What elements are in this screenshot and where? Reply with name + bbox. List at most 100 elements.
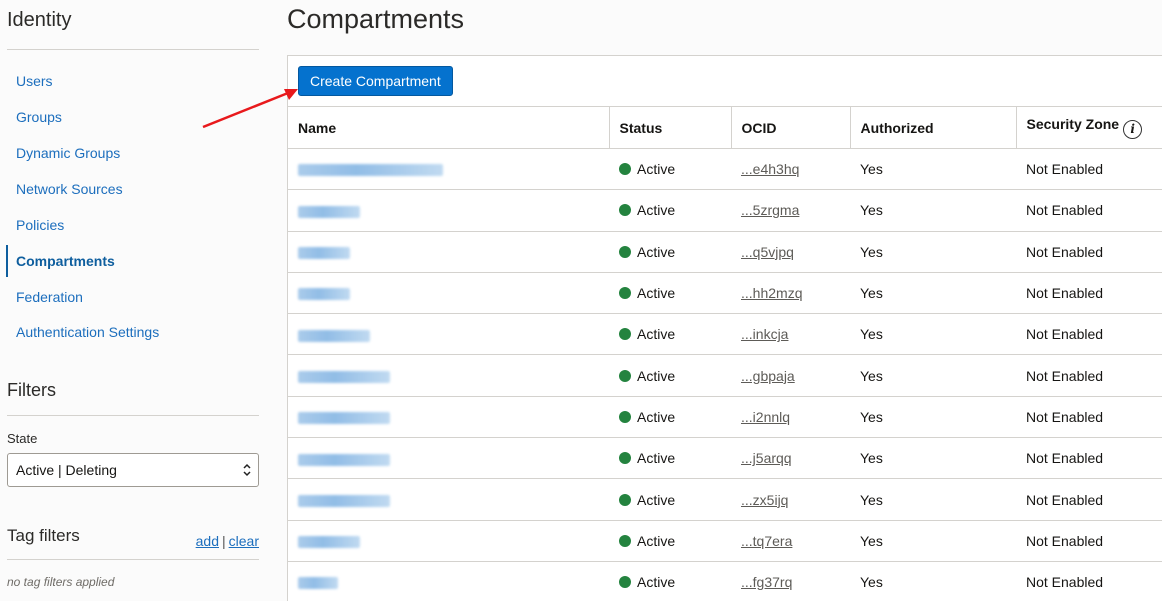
sidebar-title: Identity xyxy=(7,9,72,31)
ocid-link[interactable]: ...5zrgma xyxy=(741,202,799,218)
compartment-name-link-redacted[interactable] xyxy=(298,412,390,425)
column-header-ocid[interactable]: OCID xyxy=(731,106,851,149)
table-header-row: Name Status OCID Authorized Security Zon… xyxy=(288,106,1162,149)
column-header-security-zone[interactable]: Security Zone i xyxy=(1016,106,1162,149)
compartment-name-link-redacted[interactable] xyxy=(298,536,360,549)
name-cell xyxy=(288,148,609,191)
compartment-name-link-redacted[interactable] xyxy=(298,329,370,342)
compartment-name-link-redacted[interactable] xyxy=(298,288,350,301)
security-zone-label: Security Zone xyxy=(1026,116,1120,132)
state-select-value: Active | Deleting xyxy=(16,462,117,478)
table-row: Active ...inkcja Yes Not Enabled xyxy=(288,313,1162,356)
status-text: Active xyxy=(637,450,676,467)
column-header-status[interactable]: Status xyxy=(609,106,732,149)
ocid-link[interactable]: ...tq7era xyxy=(741,533,792,549)
compartment-name-link-redacted[interactable] xyxy=(298,164,443,177)
ocid-link[interactable]: ...fg37rq xyxy=(741,574,792,590)
ocid-link[interactable]: ...q5vjpq xyxy=(741,244,794,260)
status-text: Active xyxy=(637,326,676,343)
status-cell: Active xyxy=(609,189,731,232)
divider xyxy=(7,415,259,416)
ocid-cell: ...5zrgma xyxy=(731,189,850,232)
name-cell xyxy=(288,313,609,356)
name-cell xyxy=(288,272,609,315)
sidebar-item-federation[interactable]: Federation xyxy=(6,279,266,315)
name-cell xyxy=(288,478,609,521)
status-text: Active xyxy=(637,243,676,260)
tag-filter-add-link[interactable]: add xyxy=(196,533,219,549)
security-zone-cell: Not Enabled xyxy=(1016,313,1162,356)
name-cell xyxy=(288,561,609,601)
status-dot-icon xyxy=(619,328,631,341)
compartment-name-link-redacted[interactable] xyxy=(298,453,390,466)
status-cell: Active xyxy=(609,313,731,356)
ocid-link[interactable]: ...hh2mzq xyxy=(741,285,802,301)
name-cell xyxy=(288,396,609,439)
filters-heading: Filters xyxy=(7,380,56,400)
table-row: Active ...hh2mzq Yes Not Enabled xyxy=(288,272,1162,315)
status-dot-icon xyxy=(619,245,631,258)
tag-filters-heading: Tag filters xyxy=(7,526,80,545)
sidebar-item-policies[interactable]: Policies xyxy=(6,207,266,243)
table-row: Active ...5zrgma Yes Not Enabled xyxy=(288,189,1162,232)
sidebar-item-dynamic-groups[interactable]: Dynamic Groups xyxy=(6,135,266,171)
authorized-cell: Yes xyxy=(850,561,1016,601)
security-zone-cell: Not Enabled xyxy=(1016,561,1162,601)
page-title: Compartments xyxy=(287,4,465,34)
table-row: Active ...fg37rq Yes Not Enabled xyxy=(288,561,1162,601)
compartment-name-link-redacted[interactable] xyxy=(298,494,390,507)
ocid-link[interactable]: ...i2nnlq xyxy=(741,409,790,425)
security-zone-cell: Not Enabled xyxy=(1016,396,1162,439)
table-row: Active ...i2nnlq Yes Not Enabled xyxy=(288,396,1162,439)
create-compartment-button[interactable]: Create Compartment xyxy=(298,66,453,96)
table-row: Active ...q5vjpq Yes Not Enabled xyxy=(288,231,1162,273)
ocid-link[interactable]: ...gbpaja xyxy=(741,368,795,384)
sidebar-item-compartments[interactable]: Compartments xyxy=(6,243,266,279)
ocid-link[interactable]: ...j5arqq xyxy=(741,450,792,466)
name-cell xyxy=(288,231,609,273)
column-header-authorized[interactable]: Authorized xyxy=(850,106,1017,149)
security-zone-cell: Not Enabled xyxy=(1016,148,1162,191)
name-cell xyxy=(288,437,609,480)
authorized-cell: Yes xyxy=(850,313,1016,356)
column-header-name[interactable]: Name xyxy=(288,106,610,149)
ocid-link[interactable]: ...inkcja xyxy=(741,326,788,342)
authorized-cell: Yes xyxy=(850,396,1016,439)
authorized-cell: Yes xyxy=(850,272,1016,315)
status-dot-icon xyxy=(619,534,631,547)
status-cell: Active xyxy=(609,520,731,562)
sidebar-item-authentication-settings[interactable]: Authentication Settings xyxy=(6,315,266,349)
compartment-name-link-redacted[interactable] xyxy=(298,205,360,218)
compartment-name-link-redacted[interactable] xyxy=(298,577,338,590)
status-cell: Active xyxy=(609,231,731,273)
authorized-cell: Yes xyxy=(850,354,1016,397)
ocid-cell: ...gbpaja xyxy=(731,354,850,397)
ocid-link[interactable]: ...e4h3hq xyxy=(741,161,799,177)
tag-filter-links: add | clear xyxy=(196,533,259,549)
status-dot-icon xyxy=(619,369,631,382)
no-tag-filters-text: no tag filters applied xyxy=(7,575,115,589)
ocid-link[interactable]: ...zx5ijq xyxy=(741,492,788,508)
status-text: Active xyxy=(637,285,676,302)
info-icon[interactable]: i xyxy=(1123,120,1143,139)
status-cell: Active xyxy=(609,561,731,601)
status-dot-icon xyxy=(619,163,631,176)
security-zone-cell: Not Enabled xyxy=(1016,437,1162,480)
authorized-cell: Yes xyxy=(850,231,1016,273)
sidebar-item-network-sources[interactable]: Network Sources xyxy=(6,171,266,207)
status-text: Active xyxy=(637,367,676,384)
table-row: Active ...e4h3hq Yes Not Enabled xyxy=(288,148,1162,191)
tag-link-separator: | xyxy=(222,533,226,549)
ocid-cell: ...zx5ijq xyxy=(731,478,850,521)
tag-filter-clear-link[interactable]: clear xyxy=(229,533,259,549)
annotation-arrow-icon xyxy=(202,89,298,129)
state-select[interactable]: Active | Deleting xyxy=(7,453,259,487)
status-cell: Active xyxy=(609,148,731,191)
status-text: Active xyxy=(637,574,676,591)
compartments-table: Name Status OCID Authorized Security Zon… xyxy=(288,106,1162,601)
compartment-name-link-redacted[interactable] xyxy=(298,370,390,383)
status-cell: Active xyxy=(609,437,731,480)
name-cell xyxy=(288,189,609,232)
compartment-name-link-redacted[interactable] xyxy=(298,247,350,260)
divider xyxy=(7,49,259,50)
